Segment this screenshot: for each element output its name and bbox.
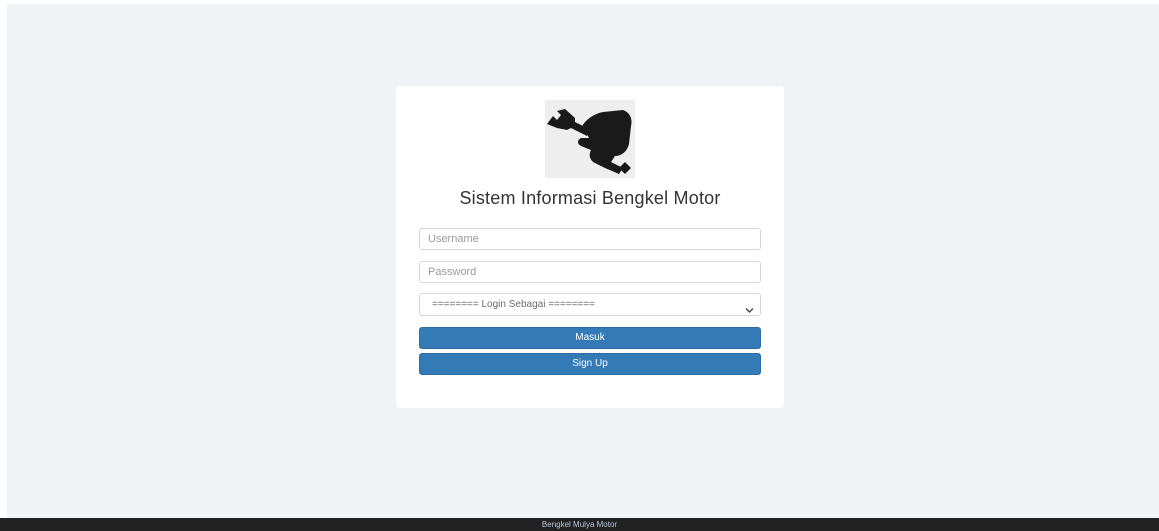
signup-button[interactable]: Sign Up (419, 353, 761, 375)
footer-text: Bengkel Mulya Motor (541, 520, 618, 529)
username-input[interactable] (419, 228, 761, 250)
footer: Bengkel Mulya Motor (0, 518, 1159, 531)
page-title: Sistem Informasi Bengkel Motor (459, 188, 721, 208)
wrench-hand-icon (545, 100, 635, 178)
login-role-select-value: ======== Login Sebagai ======== (432, 299, 595, 310)
login-role-select[interactable]: ======== Login Sebagai ======== (419, 293, 761, 316)
chevron-down-icon (745, 301, 754, 313)
login-button[interactable]: Masuk (419, 327, 761, 349)
login-page: Sistem Informasi Bengkel Motor ======== … (0, 0, 1159, 531)
password-input[interactable] (419, 261, 761, 283)
login-card: Sistem Informasi Bengkel Motor ======== … (396, 86, 784, 408)
